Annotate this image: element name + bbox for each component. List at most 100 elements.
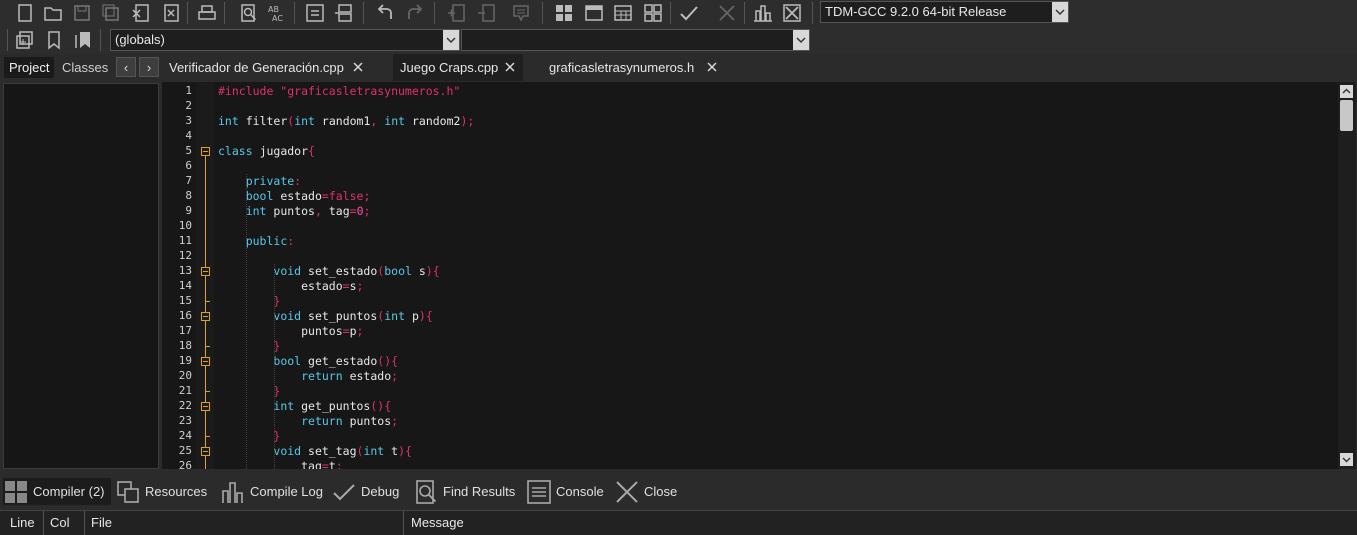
tab-find-results[interactable]: Find Results xyxy=(413,478,523,505)
close-panel-button[interactable]: Close xyxy=(614,478,686,505)
open-folder-icon[interactable] xyxy=(42,2,64,24)
compile-icon[interactable] xyxy=(553,2,575,24)
editor-tab-label: graficasletrasynumeros.h xyxy=(549,60,695,75)
chevron-right-icon[interactable]: › xyxy=(139,57,159,77)
delete-profile-icon[interactable] xyxy=(781,2,803,24)
bookmark-icon[interactable] xyxy=(43,29,65,51)
code-line[interactable]: void set_puntos(int p){ xyxy=(218,309,432,323)
tab-project[interactable]: Project xyxy=(4,57,55,78)
code-line[interactable]: int get_puntos(){ xyxy=(218,399,391,413)
indent-icon[interactable] xyxy=(304,2,326,24)
code-line[interactable]: puntos=p; xyxy=(218,324,363,338)
column-header-line[interactable]: Line xyxy=(4,511,44,535)
chevron-down-icon[interactable] xyxy=(443,30,459,50)
editor-tab[interactable]: Verificador de Generación.cpp xyxy=(162,54,392,81)
find-icon[interactable] xyxy=(238,2,260,24)
bookmarks-icon[interactable] xyxy=(72,29,94,51)
code-line[interactable]: } xyxy=(218,294,280,308)
profile-chart-icon[interactable] xyxy=(752,2,774,24)
code-line[interactable]: void set_tag(int t){ xyxy=(218,444,412,458)
close-all-icon[interactable] xyxy=(160,2,182,24)
project-options-icon[interactable] xyxy=(510,2,532,24)
chevron-down-icon[interactable] xyxy=(1340,453,1353,466)
code-line[interactable]: tag=t; xyxy=(218,459,343,469)
code-line[interactable]: return estado; xyxy=(218,369,398,383)
fold-toggle-icon[interactable] xyxy=(201,267,210,276)
undo-icon[interactable] xyxy=(374,2,396,24)
editor-tab-active[interactable]: Juego Craps.cpp xyxy=(393,54,523,81)
tab-compile-log[interactable]: Compile Log xyxy=(220,478,328,505)
code-line[interactable]: bool estado=false; xyxy=(218,189,371,203)
fold-toggle-icon[interactable] xyxy=(201,402,210,411)
tab-compiler[interactable]: Compiler (2) xyxy=(3,478,111,505)
code-line[interactable]: return puntos; xyxy=(218,414,398,428)
line-number: 4 xyxy=(185,129,192,142)
fold-toggle-icon[interactable] xyxy=(201,312,210,321)
indent-guide xyxy=(246,174,247,469)
code-line[interactable]: } xyxy=(218,429,280,443)
unindent-icon[interactable] xyxy=(332,2,354,24)
code-line[interactable]: int puntos, tag=0; xyxy=(218,204,371,218)
new-file-icon[interactable] xyxy=(14,2,36,24)
line-number: 6 xyxy=(185,159,192,172)
fold-toggle-icon[interactable] xyxy=(201,357,210,366)
compiler-select[interactable]: TDM-GCC 9.2.0 64-bit Release xyxy=(820,1,1069,23)
tab-label: Find Results xyxy=(443,484,516,499)
code-area[interactable]: #include "graficasletrasynumeros.h" int f… xyxy=(218,82,1336,469)
compile-run-icon[interactable] xyxy=(612,2,634,24)
code-line[interactable]: bool get_estado(){ xyxy=(218,354,398,368)
column-header-message[interactable]: Message xyxy=(405,511,1357,535)
code-line[interactable]: private: xyxy=(218,174,301,188)
chevron-left-icon[interactable]: ‹ xyxy=(116,57,136,77)
save-all-icon[interactable] xyxy=(100,2,122,24)
tab-debug[interactable]: Debug xyxy=(331,478,411,505)
member-select[interactable] xyxy=(461,29,810,51)
save-icon[interactable] xyxy=(71,2,93,24)
code-line[interactable]: class jugador{ xyxy=(218,144,315,158)
code-line[interactable]: #include "graficasletrasynumeros.h" xyxy=(218,84,460,98)
code-editor[interactable]: 1 2 3 4 5 6 7 8 9 10 11 12 13 14 15 16 17 18 19 20 21 22 23 24 2… xyxy=(162,82,1356,469)
chevron-up-icon[interactable] xyxy=(1340,85,1353,98)
chevron-down-icon[interactable] xyxy=(793,30,809,50)
remove-file-icon[interactable] xyxy=(476,2,498,24)
toolbar-separator xyxy=(100,29,101,51)
scrollbar-thumb[interactable] xyxy=(1340,100,1353,131)
close-tab-icon[interactable] xyxy=(706,61,718,73)
tab-console[interactable]: Console xyxy=(526,478,610,505)
project-tree-panel[interactable] xyxy=(3,83,159,469)
fold-toggle-icon[interactable] xyxy=(201,147,210,156)
minus-icon xyxy=(203,361,208,362)
tab-resources[interactable]: Resources xyxy=(115,478,217,505)
replace-icon[interactable]: AB AC xyxy=(266,2,288,24)
compile-log-chart-icon xyxy=(222,481,243,503)
column-header-file[interactable]: File xyxy=(85,511,404,535)
close-file-icon[interactable] xyxy=(130,2,152,24)
stop-execution-icon[interactable] xyxy=(716,2,738,24)
editor-tab-label: Verificador de Generación.cpp xyxy=(169,60,344,75)
column-header-col[interactable]: Col xyxy=(44,511,85,535)
code-line[interactable]: int filter(int random1, int random2); xyxy=(218,114,474,128)
code-line[interactable]: } xyxy=(218,339,280,353)
syntax-check-icon[interactable] xyxy=(678,2,700,24)
redo-icon[interactable] xyxy=(404,2,426,24)
svg-text:AC: AC xyxy=(272,14,283,23)
run-icon[interactable] xyxy=(583,2,605,24)
code-line[interactable]: void set_estado(bool s){ xyxy=(218,264,439,278)
editor-tab[interactable]: graficasletrasynumeros.h xyxy=(542,54,742,81)
fold-toggle-icon[interactable] xyxy=(201,447,210,456)
close-tab-icon[interactable] xyxy=(352,61,364,73)
rebuild-all-icon[interactable] xyxy=(642,2,664,24)
code-line[interactable]: } xyxy=(218,384,280,398)
goto-declaration-icon[interactable] xyxy=(14,29,36,51)
chevron-down-icon[interactable] xyxy=(1052,2,1068,22)
code-line[interactable]: public: xyxy=(218,234,294,248)
close-tab-icon[interactable] xyxy=(504,61,516,73)
line-number: 9 xyxy=(185,204,192,217)
vertical-scrollbar[interactable] xyxy=(1338,82,1356,469)
add-file-icon[interactable] xyxy=(446,2,468,24)
print-icon[interactable] xyxy=(196,2,218,24)
scope-select[interactable]: (globals) xyxy=(110,29,460,51)
tab-classes[interactable]: Classes xyxy=(57,57,113,78)
resources-icon xyxy=(117,480,139,503)
code-line[interactable]: estado=s; xyxy=(218,279,363,293)
